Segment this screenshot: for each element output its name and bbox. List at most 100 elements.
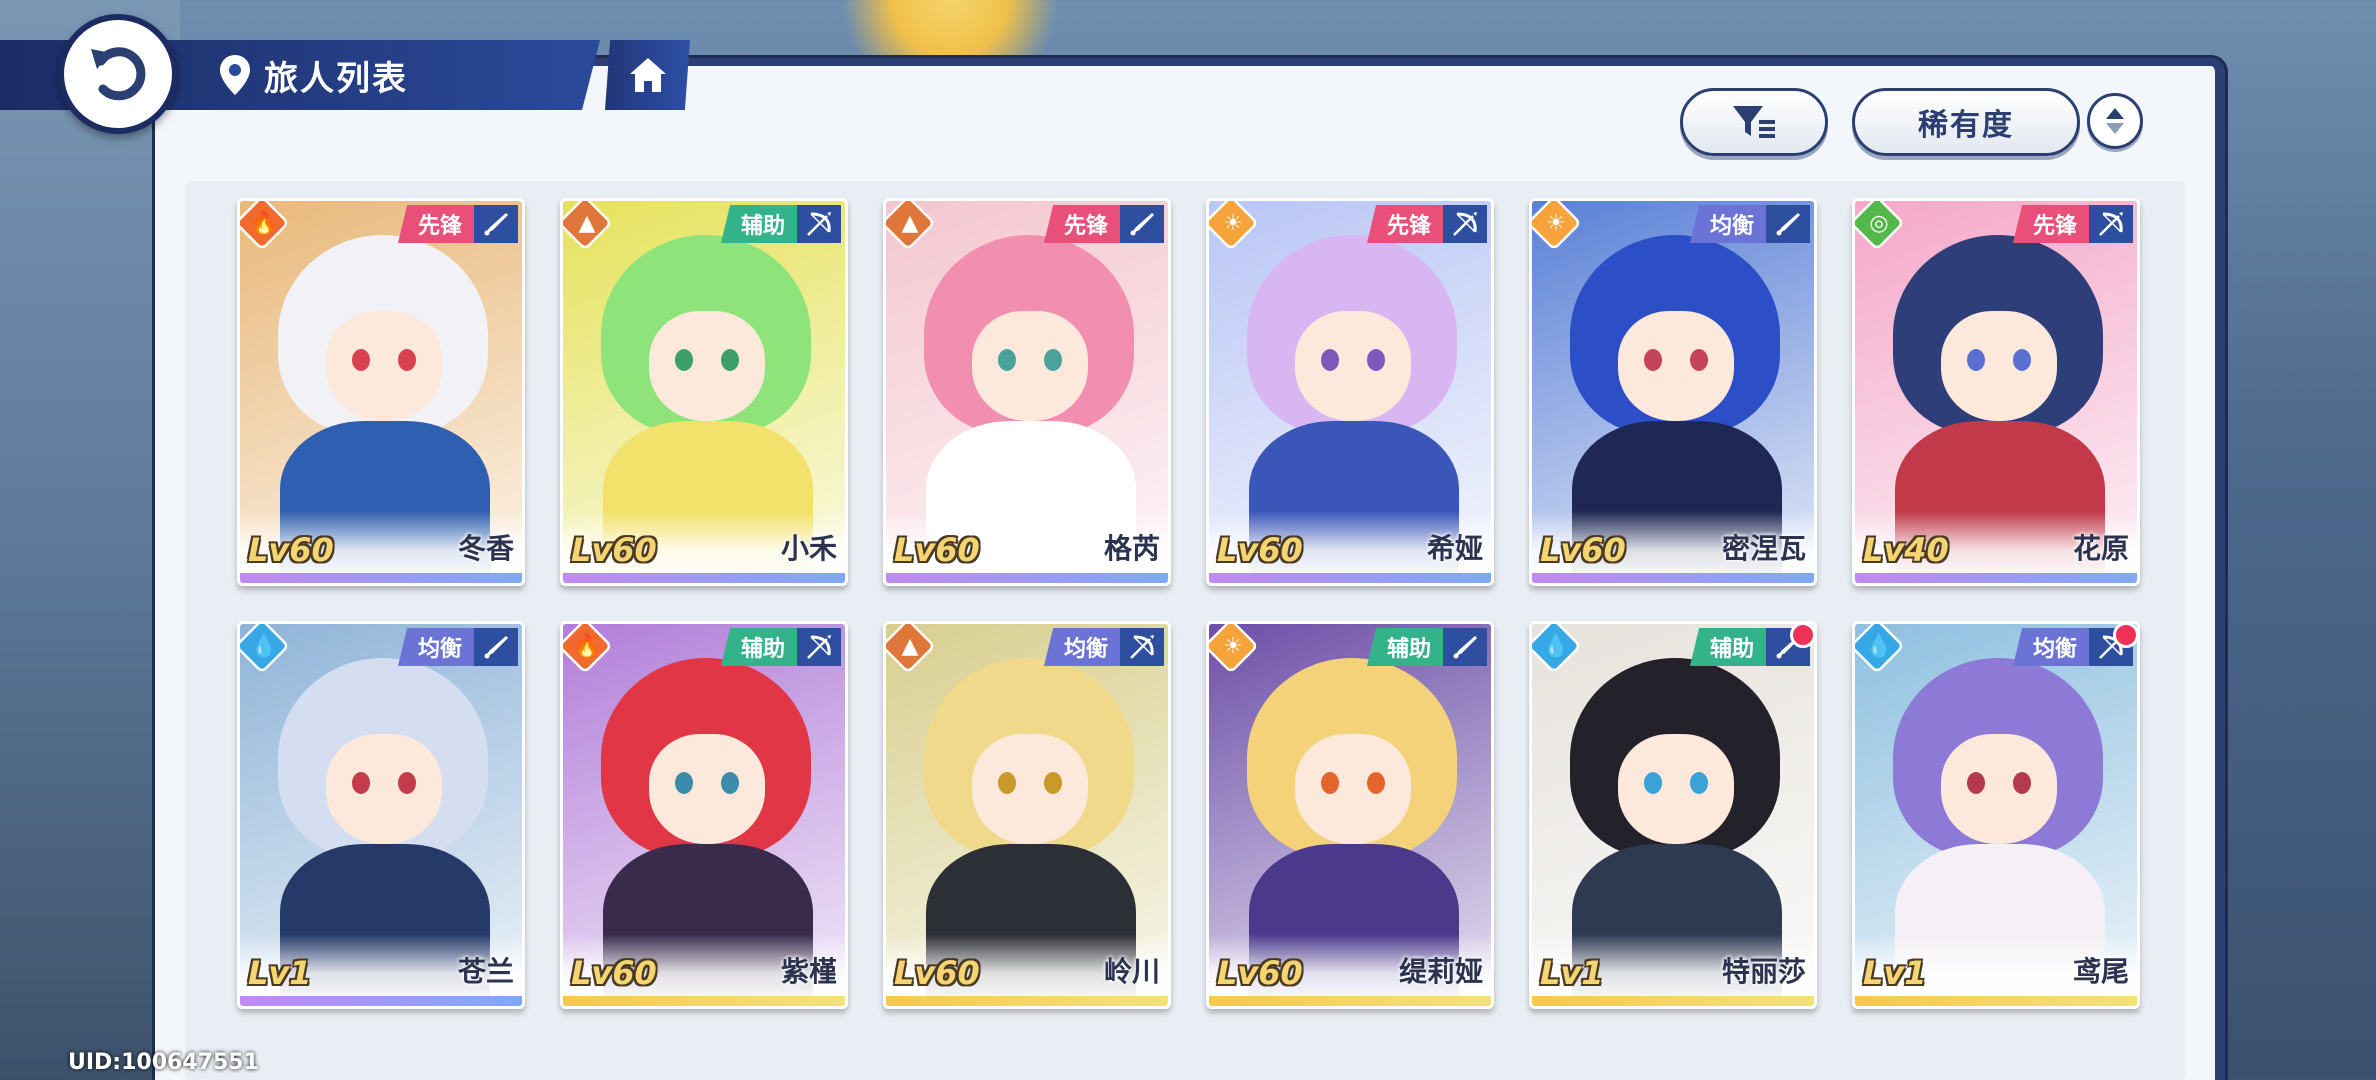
- character-name: 特丽莎: [1721, 955, 1806, 988]
- weapon-bow-icon: [797, 628, 841, 666]
- character-level: Lv60: [894, 531, 980, 569]
- rarity-strip: [886, 573, 1168, 583]
- character-grid: Lv60 冬香 🔥 先锋 Lv60 小禾 ▲ 辅助 Lv60 格芮 ▲ 先锋 Lv60 希娅 ☀ 先锋 …: [237, 198, 2140, 1009]
- element-water-icon: 💧: [250, 633, 278, 659]
- character-card[interactable]: Lv1 苍兰 💧 均衡: [237, 621, 525, 1009]
- sort-descending-icon: [2106, 123, 2124, 134]
- rarity-strip: [563, 996, 845, 1006]
- character-card[interactable]: Lv60 紫槿 🔥 辅助: [560, 621, 848, 1009]
- weapon-bow-icon: [1120, 628, 1164, 666]
- role-tag: 先锋: [397, 205, 474, 243]
- weapon-bow-icon: [2089, 205, 2133, 243]
- role-tag: 先锋: [1366, 205, 1443, 243]
- character-card[interactable]: Lv60 冬香 🔥 先锋: [237, 198, 525, 586]
- character-level: Lv1: [1863, 954, 1927, 992]
- home-button[interactable]: [605, 40, 690, 110]
- role-tag: 辅助: [720, 628, 797, 666]
- background-left: [0, 0, 180, 1080]
- character-level: Lv60: [1217, 954, 1303, 992]
- back-arrow-icon: [91, 47, 146, 101]
- rarity-strip: [886, 996, 1168, 1006]
- new-notification-dot: [2113, 624, 2137, 648]
- back-button[interactable]: [58, 14, 178, 134]
- role-tag: 先锋: [1043, 205, 1120, 243]
- sort-rarity-button[interactable]: 稀有度: [1852, 88, 2080, 156]
- character-card[interactable]: Lv1 特丽莎 💧 辅助: [1529, 621, 1817, 1009]
- weapon-sword-icon: [1120, 205, 1164, 243]
- rarity-strip: [1855, 996, 2137, 1006]
- element-earth-icon: ▲: [901, 210, 919, 236]
- filter-icon: [1733, 106, 1775, 138]
- element-fire-icon: 🔥: [250, 210, 278, 236]
- character-name: 冬香: [457, 532, 514, 565]
- role-tag: 均衡: [397, 628, 474, 666]
- rarity-strip: [1532, 573, 1814, 583]
- character-name: 希娅: [1426, 532, 1483, 565]
- background-decoration: [820, 0, 1080, 60]
- element-earth-icon: ▲: [578, 210, 596, 236]
- character-card[interactable]: Lv60 缇莉娅 ☀ 辅助: [1206, 621, 1494, 1009]
- sort-order-toggle[interactable]: [2087, 93, 2143, 149]
- character-card[interactable]: Lv60 小禾 ▲ 辅助: [560, 198, 848, 586]
- element-water-icon: 💧: [1865, 633, 1893, 659]
- character-level: Lv60: [1217, 531, 1303, 569]
- role-tag: 辅助: [720, 205, 797, 243]
- role-tag: 辅助: [1366, 628, 1443, 666]
- uid-label: UID:100647551: [68, 1050, 259, 1075]
- character-card[interactable]: Lv60 希娅 ☀ 先锋: [1206, 198, 1494, 586]
- sort-ascending-icon: [2106, 108, 2124, 119]
- rarity-strip: [1209, 996, 1491, 1006]
- character-name: 格芮: [1103, 532, 1160, 565]
- rarity-strip: [1855, 573, 2137, 583]
- character-level: Lv60: [894, 954, 980, 992]
- role-tag: 辅助: [1689, 628, 1766, 666]
- rarity-strip: [240, 996, 522, 1006]
- element-wind-icon: ◎: [1869, 210, 1889, 236]
- element-light-icon: ☀: [1546, 210, 1566, 236]
- location-pin-icon: [220, 55, 250, 95]
- character-level: Lv60: [571, 531, 657, 569]
- element-fire-icon: 🔥: [573, 633, 601, 659]
- element-water-icon: 💧: [1542, 633, 1570, 659]
- character-name: 花原: [2072, 532, 2129, 565]
- character-name: 小禾: [780, 532, 837, 565]
- weapon-bow-icon: [1443, 205, 1487, 243]
- character-level: Lv60: [248, 531, 334, 569]
- filter-button[interactable]: [1680, 88, 1828, 156]
- character-name: 岭川: [1103, 955, 1160, 988]
- character-name: 紫槿: [780, 955, 837, 988]
- character-name: 鸢尾: [2072, 955, 2129, 988]
- weapon-sword-icon: [1766, 205, 1810, 243]
- role-tag: 均衡: [1043, 628, 1120, 666]
- character-card[interactable]: Lv40 花原 ◎ 先锋: [1852, 198, 2140, 586]
- rarity-strip: [240, 573, 522, 583]
- weapon-bow-icon: [797, 205, 841, 243]
- weapon-sword-icon: [1443, 628, 1487, 666]
- element-earth-icon: ▲: [901, 633, 919, 659]
- character-level: Lv40: [1863, 531, 1949, 569]
- character-level: Lv1: [1540, 954, 1604, 992]
- weapon-sword-icon: [474, 628, 518, 666]
- character-card[interactable]: Lv1 鸢尾 💧 均衡: [1852, 621, 2140, 1009]
- page-title-group: 旅人列表: [218, 48, 408, 102]
- role-tag: 先锋: [2012, 205, 2089, 243]
- character-card[interactable]: Lv60 密涅瓦 ☀ 均衡: [1529, 198, 1817, 586]
- character-card[interactable]: Lv60 岭川 ▲ 均衡: [883, 621, 1171, 1009]
- character-name: 缇莉娅: [1398, 955, 1483, 988]
- new-notification-dot: [1790, 624, 1814, 648]
- home-icon: [629, 58, 666, 92]
- character-card[interactable]: Lv60 格芮 ▲ 先锋: [883, 198, 1171, 586]
- weapon-sword-icon: [474, 205, 518, 243]
- rarity-strip: [1532, 996, 1814, 1006]
- character-level: Lv1: [248, 954, 312, 992]
- character-level: Lv60: [1540, 531, 1626, 569]
- rarity-strip: [563, 573, 845, 583]
- page-title: 旅人列表: [264, 58, 408, 99]
- rarity-strip: [1209, 573, 1491, 583]
- role-tag: 均衡: [1689, 205, 1766, 243]
- character-name: 密涅瓦: [1721, 532, 1806, 565]
- role-tag: 均衡: [2012, 628, 2089, 666]
- element-light-icon: ☀: [1223, 633, 1243, 659]
- element-light-icon: ☀: [1223, 210, 1243, 236]
- character-level: Lv60: [571, 954, 657, 992]
